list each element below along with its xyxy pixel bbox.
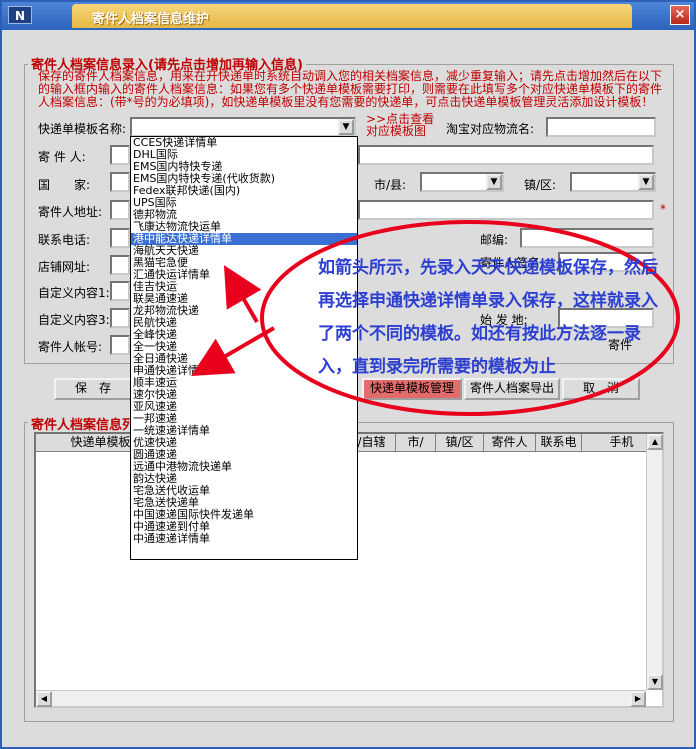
arrow-down bbox=[191, 326, 276, 377]
annotation-text: 如箭头所示，先录入天天快递模板保存，然后再选择申通快递详情单录入保存，这样就录入… bbox=[318, 258, 658, 377]
main-window: N 寄件人档案信息维护 × 寄件人档案信息录入(请先点击增加再输入信息) 保存的… bbox=[0, 0, 696, 749]
arrow-up bbox=[223, 265, 262, 324]
